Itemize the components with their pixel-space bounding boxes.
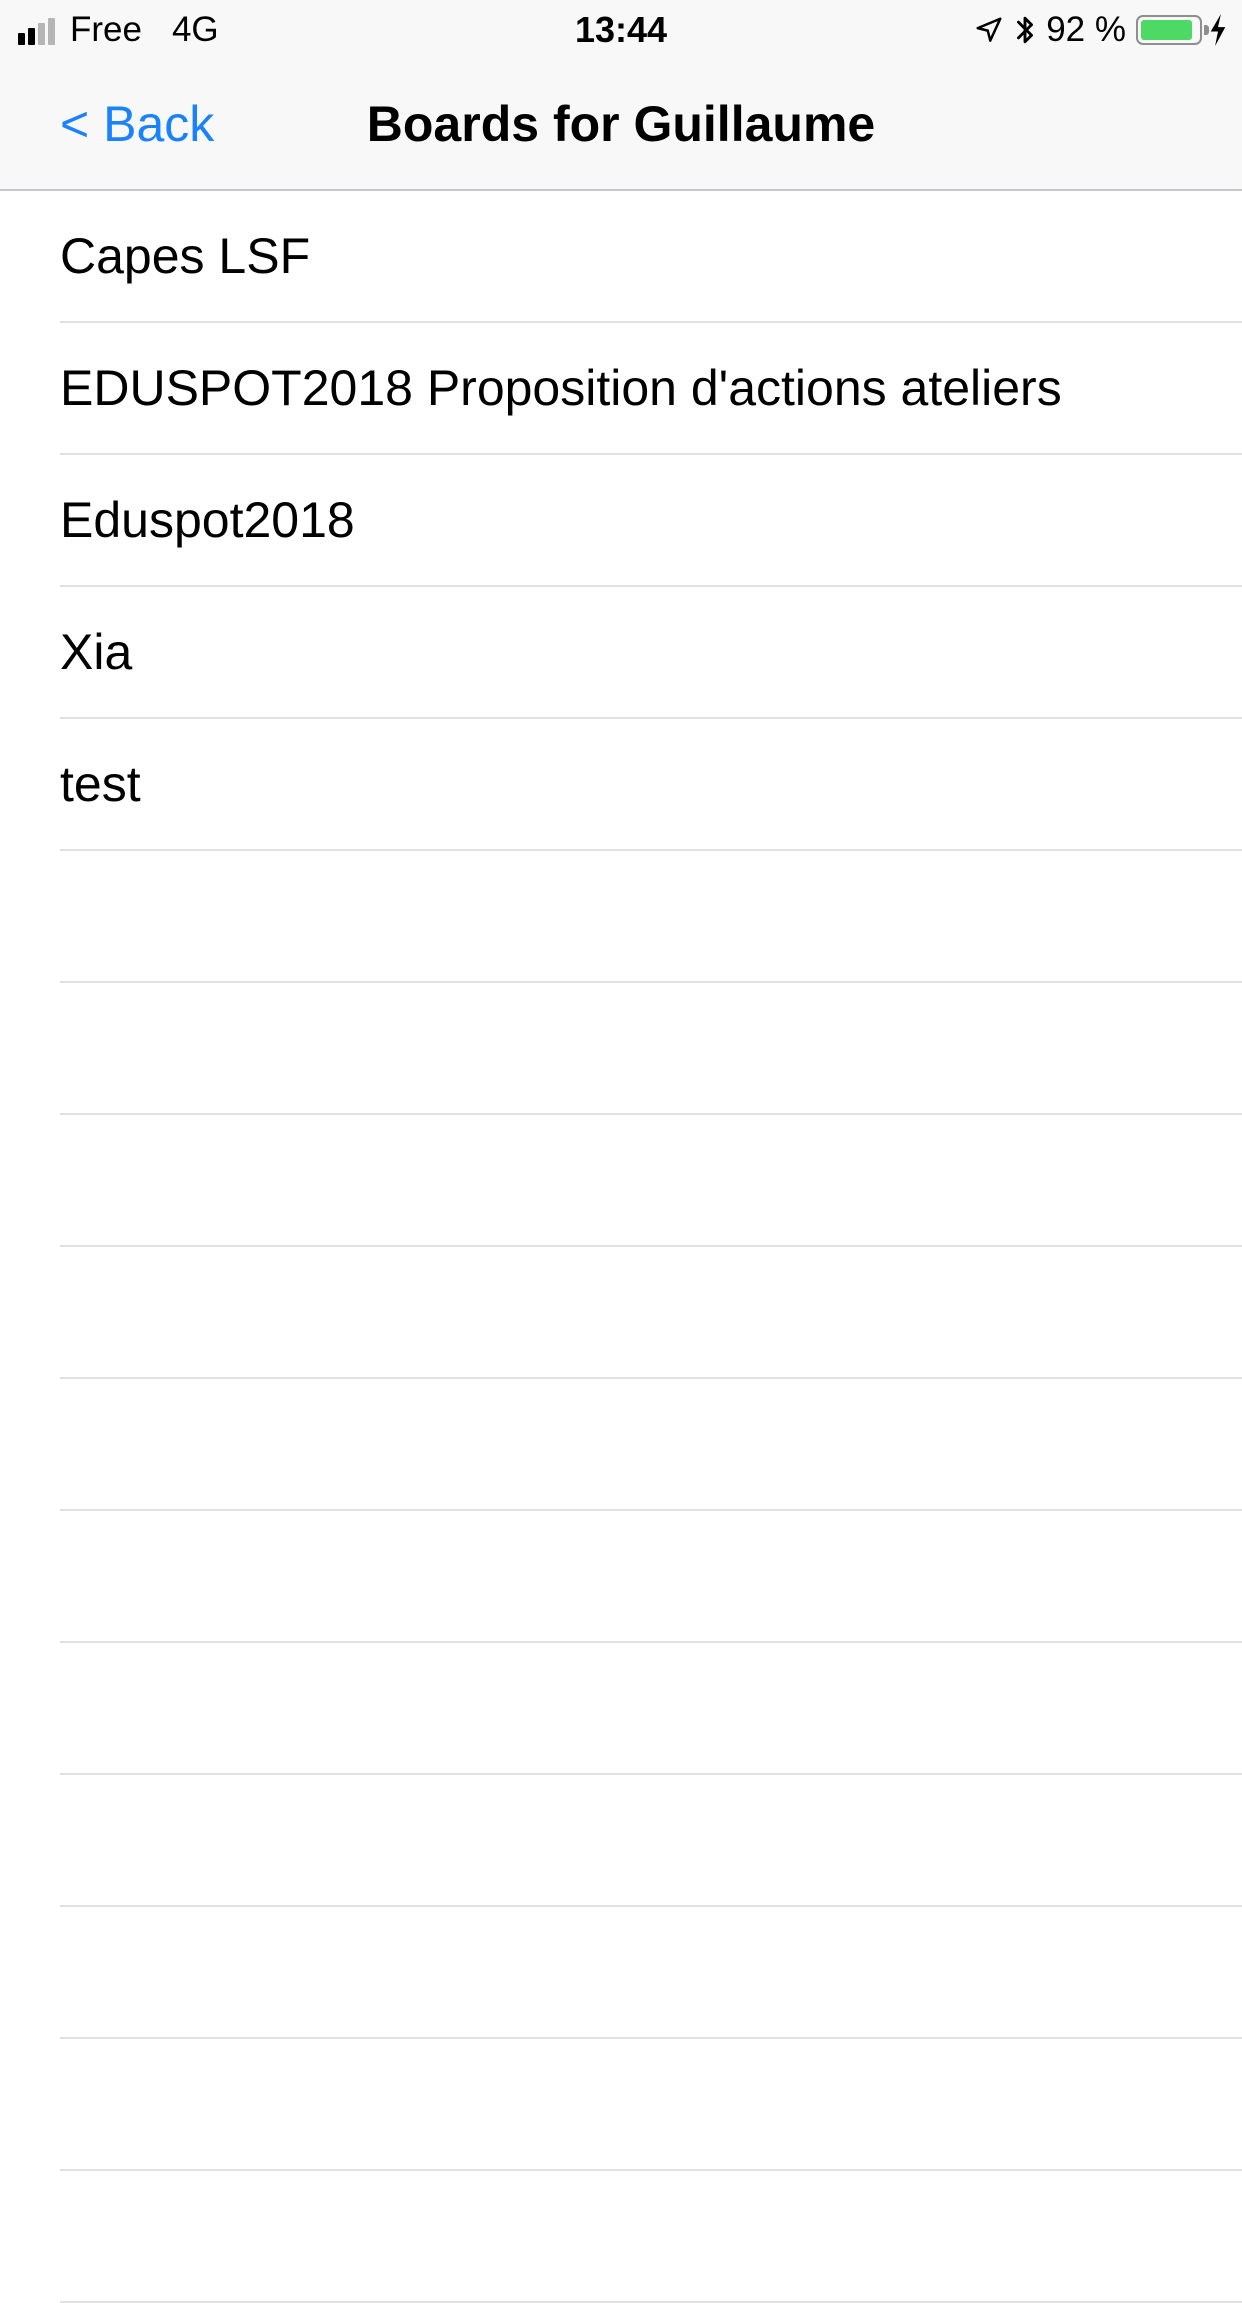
empty-row — [0, 851, 1242, 983]
battery-percent: 92 % — [1046, 10, 1126, 49]
empty-row — [0, 1511, 1242, 1643]
list-item[interactable]: Xia — [0, 587, 1242, 719]
board-name: Eduspot2018 — [60, 492, 355, 548]
empty-row — [0, 983, 1242, 1115]
empty-row — [0, 1115, 1242, 1247]
board-name: Capes LSF — [60, 228, 311, 284]
battery-level — [1141, 20, 1192, 40]
status-right: 92 % — [974, 8, 1228, 52]
list-item[interactable]: Eduspot2018 — [0, 455, 1242, 587]
empty-row — [0, 1907, 1242, 2039]
empty-row — [0, 1643, 1242, 1775]
list-item[interactable]: test — [0, 719, 1242, 851]
navigation-bar: < Back Boards for Guillaume — [0, 60, 1242, 191]
board-name: Xia — [60, 624, 133, 680]
bluetooth-icon — [1014, 13, 1036, 47]
page-title: Boards for Guillaume — [366, 96, 876, 152]
empty-row — [0, 1247, 1242, 1379]
list-item[interactable]: Capes LSF — [0, 191, 1242, 323]
empty-row — [0, 1379, 1242, 1511]
status-bar: Free 4G 13:44 92 % — [0, 0, 1242, 60]
list-item[interactable]: EDUSPOT2018 Proposition d'actions atelie… — [0, 323, 1242, 455]
location-arrow-icon — [974, 15, 1004, 45]
battery-icon — [1136, 15, 1209, 45]
empty-row — [0, 2171, 1242, 2303]
empty-row — [0, 2039, 1242, 2171]
charging-bolt-icon — [1208, 14, 1228, 46]
boards-list: Capes LSF EDUSPOT2018 Proposition d'acti… — [0, 191, 1242, 2303]
empty-row — [0, 1775, 1242, 1907]
board-name: test — [60, 756, 141, 812]
board-name: EDUSPOT2018 Proposition d'actions atelie… — [60, 360, 1062, 416]
